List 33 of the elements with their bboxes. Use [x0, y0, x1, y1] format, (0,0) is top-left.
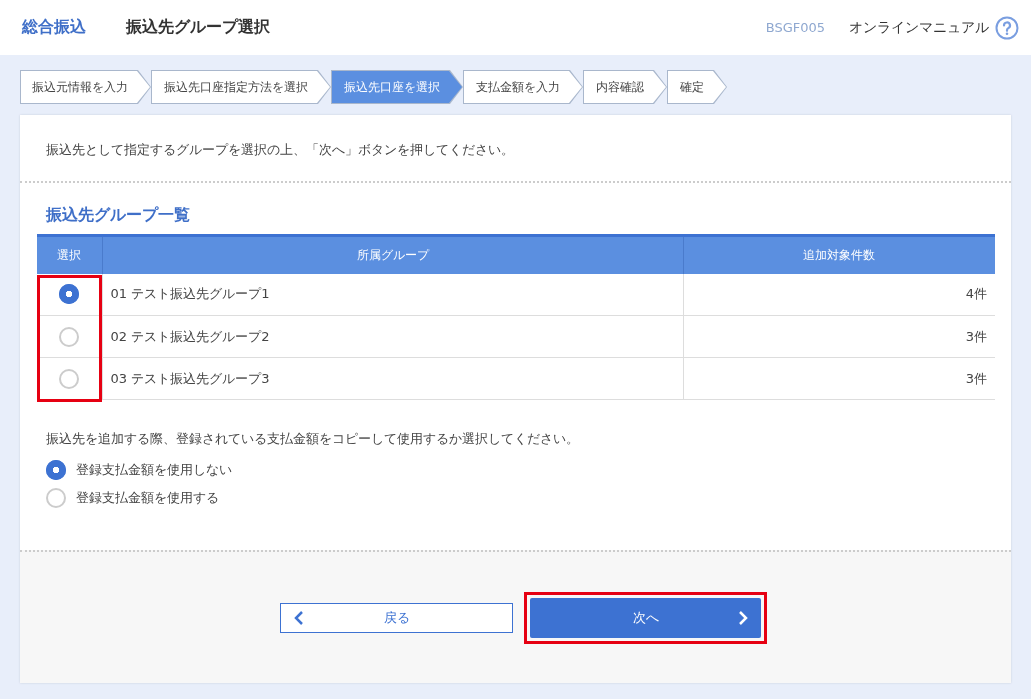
- table-cell: 03 テスト振込先グループ3: [102, 357, 683, 400]
- question-text: 振込先を追加する際、登録されている支払金額をコピーして使用するか選択してください。: [46, 430, 580, 448]
- step-tab[interactable]: 振込先口座指定方法を選択: [151, 70, 331, 104]
- help-icon[interactable]: [995, 15, 1019, 40]
- radio-button[interactable]: [46, 460, 66, 480]
- step-tab[interactable]: 振込元情報を入力: [20, 70, 151, 104]
- back-button[interactable]: 戻る: [280, 602, 513, 633]
- column-header: 追加対象件数: [683, 235, 995, 274]
- table-cell: 3件: [683, 357, 995, 400]
- table-cell: 4件: [683, 273, 995, 316]
- step-tab[interactable]: 確定: [667, 70, 727, 104]
- chevron-left-icon: [293, 609, 305, 626]
- next-button[interactable]: 次へ: [530, 597, 761, 638]
- column-header: 所属グループ: [102, 235, 683, 274]
- option-label: 登録支払金額を使用する: [76, 489, 219, 507]
- page-title: 振込先グループ選択: [126, 17, 271, 38]
- section-title: 振込先グループ一覧: [46, 205, 191, 226]
- radio-button[interactable]: [46, 488, 66, 508]
- instruction-text: 振込先として指定するグループを選択の上、「次へ」ボタンを押してください。: [20, 115, 1011, 183]
- radio-button[interactable]: [59, 368, 80, 389]
- step-tab[interactable]: 内容確認: [583, 70, 667, 104]
- option-label: 登録支払金額を使用しない: [76, 461, 232, 479]
- table-cell: 01 テスト振込先グループ1: [102, 273, 683, 316]
- table-cell: 3件: [683, 315, 995, 358]
- radio-button[interactable]: [59, 284, 80, 305]
- table-cell: 02 テスト振込先グループ2: [102, 315, 683, 358]
- screen-id: BSGF005: [765, 20, 825, 35]
- category-title: 総合振込: [22, 17, 86, 38]
- chevron-right-icon: [737, 609, 749, 626]
- radio-button[interactable]: [59, 326, 80, 347]
- column-header: 選択: [37, 235, 102, 274]
- step-tab[interactable]: 支払金額を入力: [463, 70, 583, 104]
- manual-link[interactable]: オンラインマニュアル: [849, 18, 989, 37]
